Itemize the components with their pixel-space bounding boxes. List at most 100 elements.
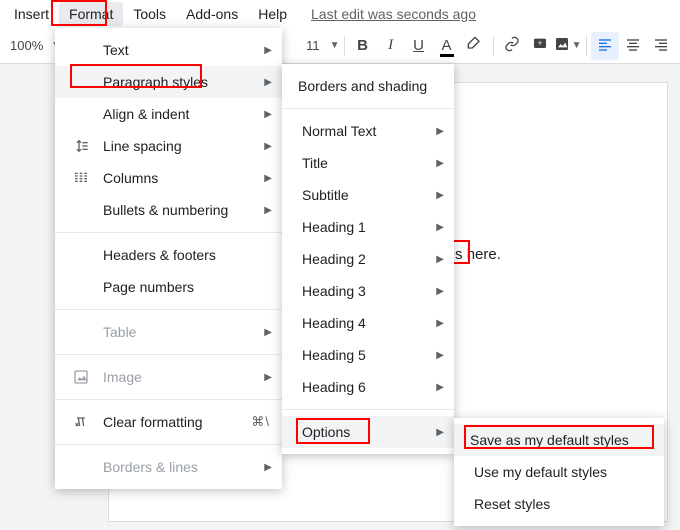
submenu-arrow-icon: ▶ xyxy=(436,158,444,169)
submenu-arrow-icon: ▶ xyxy=(436,318,444,329)
menu-tools[interactable]: Tools xyxy=(123,2,176,26)
link-button[interactable] xyxy=(498,32,526,60)
paragraph-menu-item[interactable]: Heading 5▶ xyxy=(282,339,454,371)
format-menu-item[interactable]: Line spacing ▶ xyxy=(55,130,282,162)
link-icon xyxy=(504,36,520,55)
bold-icon: B xyxy=(357,37,368,54)
submenu-arrow-icon: ▶ xyxy=(436,350,444,361)
submenu-arrow-icon: ▶ xyxy=(264,173,272,184)
menu-item-label: Columns xyxy=(103,170,158,186)
format-menu-item[interactable]: Headers & footers xyxy=(55,239,282,271)
menu-item-label: Options xyxy=(302,424,350,440)
toolbar-separator xyxy=(586,36,587,56)
menu-item-label: Borders and shading xyxy=(298,78,427,94)
submenu-arrow-icon: ▶ xyxy=(436,222,444,233)
menu-item-label: Headers & footers xyxy=(103,247,216,263)
format-menu-item[interactable]: Paragraph styles▶ xyxy=(55,66,282,98)
paragraph-menu-item[interactable]: Borders and shading xyxy=(282,70,454,102)
align-right-button[interactable] xyxy=(647,32,675,60)
submenu-arrow-icon: ▶ xyxy=(436,427,444,438)
menu-item-label: Use my default styles xyxy=(474,464,607,480)
format-menu-item[interactable]: Text ▶ xyxy=(55,34,282,66)
highlight-button[interactable] xyxy=(461,32,489,60)
menu-divider xyxy=(55,232,282,233)
paragraph-styles-dropdown: Borders and shadingNormal Text▶Title▶Sub… xyxy=(282,64,454,454)
svg-text:+: + xyxy=(537,38,542,47)
chevron-down-icon: ▼ xyxy=(330,40,340,51)
menu-item-label: Paragraph styles xyxy=(103,74,208,90)
menu-item-label: Page numbers xyxy=(103,279,194,295)
paragraph-menu-item[interactable]: Heading 2▶ xyxy=(282,243,454,275)
zoom-value: 100% xyxy=(10,38,43,53)
format-menu-item[interactable]: Columns ▶ xyxy=(55,162,282,194)
menu-format[interactable]: Format xyxy=(59,2,123,26)
format-menu-item: Image▶ xyxy=(55,361,282,393)
paragraph-menu-item[interactable]: Heading 4▶ xyxy=(282,307,454,339)
underline-button[interactable]: U xyxy=(405,32,433,60)
last-edit-link[interactable]: Last edit was seconds ago xyxy=(311,6,476,22)
align-left-button[interactable] xyxy=(591,32,619,60)
menu-item-label: Heading 6 xyxy=(302,379,366,395)
paragraph-menu-item[interactable]: Options ▶ xyxy=(282,416,454,448)
format-menu-item[interactable]: Clear formatting⌘\ xyxy=(55,406,282,438)
image-insert-button[interactable]: ▼ xyxy=(554,32,582,60)
menu-item-label: Borders & lines xyxy=(103,459,198,475)
paragraph-menu-item[interactable]: Title ▶ xyxy=(282,147,454,179)
font-size-value: 11 xyxy=(306,38,320,53)
format-menu-item[interactable]: Bullets & numbering▶ xyxy=(55,194,282,226)
format-menu-item[interactable]: Page numbers xyxy=(55,271,282,303)
paragraph-menu-item[interactable]: Heading 6 ▶ xyxy=(282,371,454,403)
menu-item-label: Line spacing xyxy=(103,138,182,154)
options-menu-item[interactable]: Reset styles xyxy=(454,488,664,520)
options-dropdown: Save as my default styles Use my default … xyxy=(454,418,664,526)
menu-help[interactable]: Help xyxy=(248,2,297,26)
paragraph-menu-item[interactable]: Heading 1▶ xyxy=(282,211,454,243)
menu-item-label: Heading 3 xyxy=(302,283,366,299)
image-icon xyxy=(71,369,91,385)
submenu-arrow-icon: ▶ xyxy=(264,372,272,383)
menu-insert[interactable]: Insert xyxy=(4,2,59,26)
toolbar-separator xyxy=(493,36,494,56)
clear-icon xyxy=(71,414,91,430)
menu-item-label: Heading 2 xyxy=(302,251,366,267)
columns-icon xyxy=(71,170,91,186)
submenu-arrow-icon: ▶ xyxy=(436,382,444,393)
menu-divider xyxy=(55,444,282,445)
menu-divider xyxy=(282,108,454,109)
align-center-button[interactable] xyxy=(619,32,647,60)
menu-divider xyxy=(55,399,282,400)
align-center-icon xyxy=(625,36,641,55)
menu-item-label: Subtitle xyxy=(302,187,349,203)
options-menu-item[interactable]: Use my default styles xyxy=(454,456,664,488)
submenu-arrow-icon: ▶ xyxy=(264,45,272,56)
comment-icon: + xyxy=(532,36,548,55)
font-size-selector[interactable]: 11 ▼ xyxy=(306,38,339,53)
submenu-arrow-icon: ▶ xyxy=(264,327,272,338)
submenu-arrow-icon: ▶ xyxy=(436,190,444,201)
options-menu-item[interactable]: Save as my default styles xyxy=(454,424,664,456)
highlight-icon xyxy=(467,36,483,55)
menu-item-label: Align & indent xyxy=(103,106,189,122)
text-color-button[interactable]: A xyxy=(433,32,461,60)
paragraph-menu-item[interactable]: Heading 3▶ xyxy=(282,275,454,307)
align-right-icon xyxy=(653,36,669,55)
image-icon xyxy=(554,36,570,55)
paragraph-menu-item[interactable]: Subtitle ▶ xyxy=(282,179,454,211)
text-color-icon: A xyxy=(442,37,452,54)
paragraph-menu-item[interactable]: Normal Text▶ xyxy=(282,115,454,147)
chevron-down-icon: ▼ xyxy=(572,40,582,51)
menu-divider xyxy=(282,409,454,410)
align-left-icon xyxy=(597,36,613,55)
submenu-arrow-icon: ▶ xyxy=(264,141,272,152)
comment-button[interactable]: + xyxy=(526,32,554,60)
menu-item-label: Text xyxy=(103,42,129,58)
bold-button[interactable]: B xyxy=(349,32,377,60)
menu-item-label: Reset styles xyxy=(474,496,550,512)
line-spacing-icon xyxy=(71,138,91,154)
menu-divider xyxy=(55,309,282,310)
menu-addons[interactable]: Add-ons xyxy=(176,2,248,26)
italic-button[interactable]: I xyxy=(377,32,405,60)
menu-item-label: Title xyxy=(302,155,328,171)
format-menu-item[interactable]: Align & indent▶ xyxy=(55,98,282,130)
submenu-arrow-icon: ▶ xyxy=(436,126,444,137)
